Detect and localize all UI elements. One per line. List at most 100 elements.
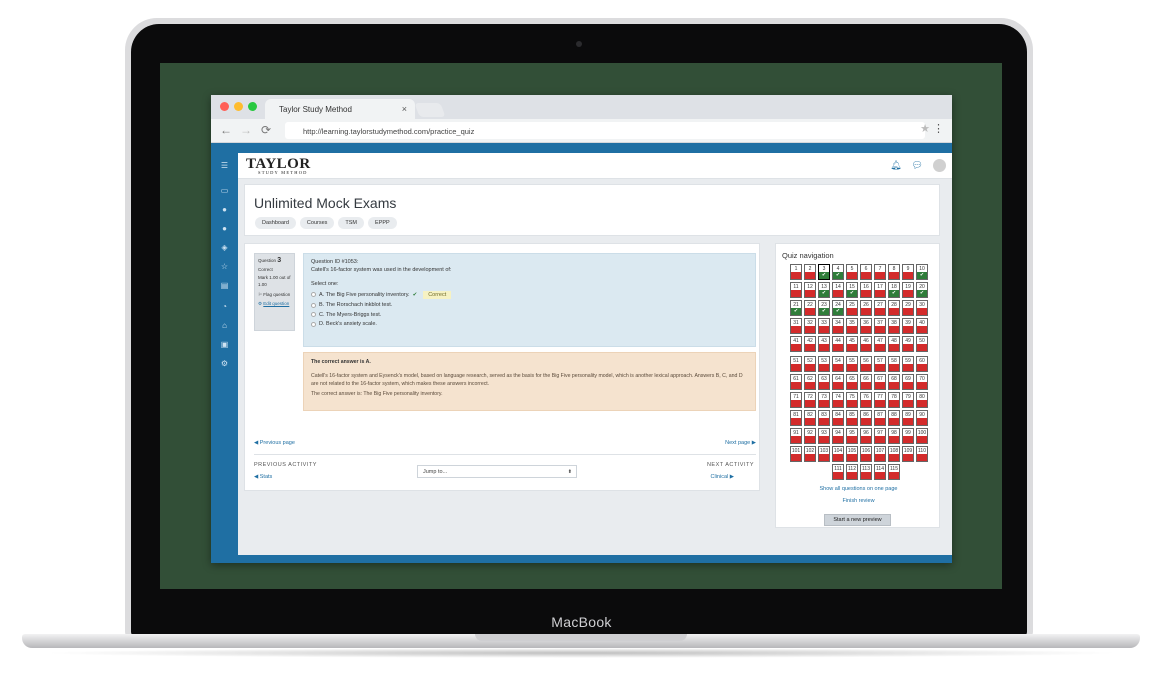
quiz-question-button[interactable]: 15 ✔ — [846, 282, 858, 298]
chat-icon[interactable]: 💬︎ — [912, 160, 923, 171]
quiz-question-button[interactable]: 11 — [790, 282, 802, 298]
settings-icon[interactable]: ⚙ — [219, 359, 230, 370]
folder-icon[interactable]: ▭ — [219, 186, 230, 197]
quiz-question-button[interactable]: 3 ✔ — [818, 264, 830, 280]
quiz-question-button[interactable]: 88 — [888, 410, 900, 426]
home-icon[interactable]: ⌂ — [219, 321, 230, 332]
quiz-question-button[interactable]: 51 — [790, 356, 802, 372]
quiz-question-button[interactable]: 9 — [902, 264, 914, 280]
quiz-question-button[interactable]: 97 — [874, 428, 886, 444]
answer-option-c[interactable]: C. The Myers-Briggs test. — [311, 312, 748, 318]
bookmark-star-icon[interactable]: ★ — [920, 122, 930, 135]
quiz-question-button[interactable]: 14 — [832, 282, 844, 298]
quiz-question-button[interactable]: 4 ✔ — [832, 264, 844, 280]
forward-icon[interactable]: → — [240, 123, 252, 137]
quiz-question-button[interactable]: 31 — [790, 318, 802, 334]
quiz-question-button[interactable]: 112 — [846, 464, 858, 480]
quiz-question-button[interactable]: 93 — [818, 428, 830, 444]
quiz-question-button[interactable]: 30 — [916, 300, 928, 316]
quiz-question-button[interactable]: 6 — [860, 264, 872, 280]
quiz-question-button[interactable]: 69 — [902, 374, 914, 390]
quiz-question-button[interactable]: 60 — [916, 356, 928, 372]
avatar[interactable] — [933, 159, 946, 172]
quiz-question-button[interactable]: 76 — [860, 392, 872, 408]
quiz-question-button[interactable]: 114 — [874, 464, 886, 480]
quiz-question-button[interactable]: 83 — [818, 410, 830, 426]
quiz-question-button[interactable]: 18 ✔ — [888, 282, 900, 298]
quiz-question-button[interactable]: 42 — [804, 336, 816, 352]
url-field[interactable]: http://learning.taylorstudymethod.com/pr… — [285, 122, 925, 139]
previous-page-link[interactable]: ◀ Previous page — [254, 440, 295, 446]
radio-b[interactable] — [311, 302, 316, 308]
quiz-question-button[interactable]: 63 — [818, 374, 830, 390]
quiz-question-button[interactable]: 106 — [860, 446, 872, 462]
quiz-question-button[interactable]: 73 — [818, 392, 830, 408]
quiz-question-button[interactable]: 109 — [902, 446, 914, 462]
cube-icon[interactable]: ▣ — [219, 340, 230, 351]
quiz-question-button[interactable]: 56 — [860, 356, 872, 372]
quiz-question-button[interactable]: 38 — [888, 318, 900, 334]
quiz-question-button[interactable]: 113 — [860, 464, 872, 480]
browser-menu-icon[interactable]: ⋮ — [933, 122, 944, 135]
quiz-question-button[interactable]: 92 — [804, 428, 816, 444]
quiz-question-button[interactable]: 32 — [804, 318, 816, 334]
quiz-question-button[interactable]: 71 — [790, 392, 802, 408]
quiz-question-button[interactable]: 22 — [804, 300, 816, 316]
quiz-question-button[interactable]: 90 — [916, 410, 928, 426]
quiz-question-button[interactable]: 16 — [860, 282, 872, 298]
quiz-question-button[interactable]: 17 — [874, 282, 886, 298]
new-tab-button[interactable] — [414, 103, 446, 117]
start-new-preview-button[interactable]: Start a new preview — [824, 514, 891, 526]
dashboard-icon[interactable]: ◔ — [219, 302, 230, 313]
quiz-question-button[interactable]: 13 ✔ — [818, 282, 830, 298]
breadcrumb-dashboard[interactable]: Dashboard — [255, 217, 296, 229]
quiz-question-button[interactable]: 82 — [804, 410, 816, 426]
quiz-question-button[interactable]: 47 — [874, 336, 886, 352]
quiz-question-button[interactable]: 49 — [902, 336, 914, 352]
next-activity-link[interactable]: Clinical ▶ — [711, 474, 735, 480]
quiz-question-button[interactable]: 41 — [790, 336, 802, 352]
quiz-question-button[interactable]: 70 — [916, 374, 928, 390]
close-window-button[interactable] — [220, 102, 229, 111]
quiz-question-button[interactable]: 23 ✔ — [818, 300, 830, 316]
quiz-question-button[interactable]: 84 — [832, 410, 844, 426]
radio-d[interactable] — [311, 321, 316, 327]
quiz-question-button[interactable]: 5 — [846, 264, 858, 280]
edit-question-link[interactable]: ⚙ Edit question — [258, 301, 291, 308]
quiz-question-button[interactable]: 57 — [874, 356, 886, 372]
tab-taylor-study-method[interactable]: Taylor Study Method × — [265, 99, 415, 119]
taylor-logo[interactable]: TAYLOR STUDY METHOD — [246, 155, 311, 175]
quiz-question-button[interactable]: 50 — [916, 336, 928, 352]
quiz-question-button[interactable]: 39 — [902, 318, 914, 334]
finish-review-link[interactable]: Finish review — [776, 498, 941, 504]
next-page-link[interactable]: Next page ▶ — [725, 440, 756, 446]
quiz-question-button[interactable]: 75 — [846, 392, 858, 408]
quiz-question-button[interactable]: 52 — [804, 356, 816, 372]
quiz-question-button[interactable]: 100 — [916, 428, 928, 444]
quiz-question-button[interactable]: 87 — [874, 410, 886, 426]
quiz-question-button[interactable]: 65 — [846, 374, 858, 390]
maximize-window-button[interactable] — [248, 102, 257, 111]
quiz-question-button[interactable]: 19 — [902, 282, 914, 298]
quiz-question-button[interactable]: 37 — [874, 318, 886, 334]
quiz-question-button[interactable]: 81 — [790, 410, 802, 426]
radio-c[interactable] — [311, 312, 316, 317]
quiz-question-button[interactable]: 86 — [860, 410, 872, 426]
quiz-question-button[interactable]: 101 — [790, 446, 802, 462]
quiz-question-button[interactable]: 53 — [818, 356, 830, 372]
quiz-question-button[interactable]: 78 — [888, 392, 900, 408]
quiz-question-button[interactable]: 110 — [916, 446, 928, 462]
quiz-question-button[interactable]: 80 — [916, 392, 928, 408]
quiz-question-button[interactable]: 25 — [846, 300, 858, 316]
breadcrumb-tsm[interactable]: TSM — [338, 217, 365, 229]
jump-to-select[interactable]: Jump to... ⬍ — [417, 465, 577, 478]
breadcrumb-courses[interactable]: Courses — [299, 217, 335, 229]
quiz-question-button[interactable]: 85 — [846, 410, 858, 426]
quiz-question-button[interactable]: 89 — [902, 410, 914, 426]
quiz-question-button[interactable]: 102 — [804, 446, 816, 462]
quiz-question-button[interactable]: 33 — [818, 318, 830, 334]
quiz-question-button[interactable]: 111 — [832, 464, 844, 480]
tab-close-icon[interactable]: × — [402, 104, 407, 114]
answer-option-a[interactable]: A. The Big Five personality inventory. ✔… — [311, 290, 748, 299]
quiz-question-button[interactable]: 8 — [888, 264, 900, 280]
